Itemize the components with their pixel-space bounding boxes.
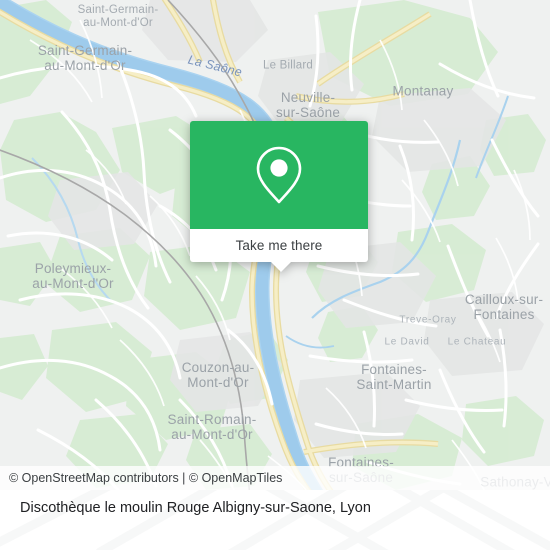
map-pin-icon [256,146,302,204]
location-info-card[interactable]: Take me there [190,121,368,272]
caption-bar: Discothèque le moulin Rouge Albigny-sur-… [0,490,550,550]
attribution-text: © OpenStreetMap contributors | © OpenMap… [9,471,283,485]
take-me-there-button[interactable]: Take me there [190,229,368,262]
card-pointer-tail [270,261,292,272]
map-attribution-bar: © OpenStreetMap contributors | © OpenMap… [0,466,550,490]
page-title: Discothèque le moulin Rouge Albigny-sur-… [20,500,371,516]
map-canvas[interactable]: Saint-Germain- au-Mont-d'Or Saint-Germain… [0,0,550,490]
take-me-there-label: Take me there [235,238,323,253]
card-header [190,121,368,229]
screenshot-root: Saint-Germain- au-Mont-d'Or Saint-Germain… [0,0,550,550]
